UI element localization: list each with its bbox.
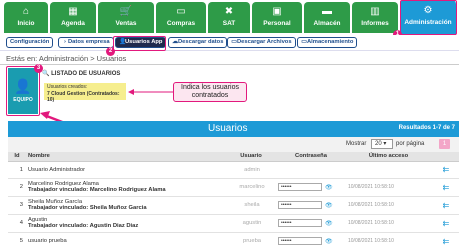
row-id: 1 xyxy=(8,161,26,179)
user-name: usuario prueba xyxy=(28,238,67,244)
row-name: Usuario Administrador xyxy=(26,161,226,179)
password-field[interactable]: •••••• xyxy=(278,201,322,209)
row-last-access xyxy=(346,161,431,179)
row-last-access: 10/08/2021 10:58:10 xyxy=(346,232,431,249)
row-name: usuario prueba xyxy=(26,232,226,249)
row-name: Agustin Trabajador vinculado: Agustin Dia… xyxy=(26,214,226,233)
row-password: •••••• 👁 xyxy=(276,232,346,249)
row-username: sheila xyxy=(226,196,276,215)
per-page-value: 20 xyxy=(375,141,382,147)
list-header-text: LISTADO DE USUARIOS xyxy=(51,71,121,77)
linked-worker: Trabajador vinculado: Sheila Muñoz Garci… xyxy=(28,205,147,211)
users-table: Id Nombre Usuario Contraseña Último acce… xyxy=(8,152,459,249)
col-user: Usuario xyxy=(226,152,276,162)
edit-icon[interactable]: ⇇ xyxy=(431,178,459,197)
show-label: Mostrar xyxy=(346,141,367,147)
col-actions xyxy=(431,152,459,162)
table-header-row: Id Nombre Usuario Contraseña Último acce… xyxy=(8,152,459,162)
eye-icon[interactable]: 👁 xyxy=(325,221,333,227)
arrow-head-created xyxy=(128,89,134,95)
page-button[interactable]: 1 xyxy=(439,139,450,149)
row-id: 3 xyxy=(8,196,26,215)
table-row[interactable]: 3 Sheila Muñoz García Trabajador vinculad… xyxy=(8,196,459,215)
row-last-access: 10/08/2021 10:58:10 xyxy=(346,214,431,233)
callout-line1: Indica los usuarios xyxy=(181,84,239,91)
per-page-label: por página xyxy=(396,141,425,147)
row-last-access: 10/08/2021 10:58:10 xyxy=(346,178,431,197)
linked-worker: Trabajador vinculado: Agustin Diaz Diaz xyxy=(28,223,139,229)
table-row[interactable]: 4 Agustin Trabajador vinculado: Agustin D… xyxy=(8,214,459,233)
col-last-access: Último acceso xyxy=(346,152,431,162)
search-icon: 🔍 xyxy=(42,71,52,77)
table-controls: Mostrar 20 ▾ por página 1 xyxy=(8,137,459,152)
password-field[interactable]: •••••• xyxy=(278,219,322,227)
row-username: marcelino xyxy=(226,178,276,197)
password-field[interactable]: •••••• xyxy=(278,237,322,245)
col-id: Id xyxy=(8,152,26,162)
created-count: 7 Cloud Gestion (Contratados: 10) xyxy=(47,90,120,104)
eye-icon[interactable]: 👁 xyxy=(325,203,333,209)
password-field[interactable]: •••••• xyxy=(278,183,322,191)
callout-line2: contratados xyxy=(191,92,229,99)
eye-icon[interactable]: 👁 xyxy=(325,185,333,191)
edit-icon[interactable]: ⇇ xyxy=(431,214,459,233)
row-name: Sheila Muñoz García Trabajador vinculado:… xyxy=(26,196,226,215)
linked-worker: Trabajador vinculado: Marcelino Rodrigue… xyxy=(28,187,166,193)
row-password: •••••• 👁 xyxy=(276,214,346,233)
row-username: admin xyxy=(226,161,276,179)
per-page-select[interactable]: 20 ▾ xyxy=(371,139,393,149)
row-password: •••••• 👁 xyxy=(276,178,346,197)
edit-icon[interactable]: ⇇ xyxy=(431,196,459,215)
list-header: 🔍 LISTADO DE USUARIOS xyxy=(42,70,120,77)
row-id: 5 xyxy=(8,232,26,249)
edit-icon[interactable]: ⇇ xyxy=(431,232,459,249)
row-last-access: 10/08/2021 10:58:10 xyxy=(346,196,431,215)
row-username: agustin xyxy=(226,214,276,233)
row-id: 2 xyxy=(8,178,26,197)
col-password: Contraseña xyxy=(276,152,346,162)
col-name: Nombre xyxy=(26,152,226,162)
user-name: Usuario Administrador xyxy=(28,166,86,173)
row-password: •••••• 👁 xyxy=(276,196,346,215)
users-panel-header: Usuarios Resultados 1-7 de 7 xyxy=(8,121,459,137)
table-row[interactable]: 1 Usuario Administrador admin ⇇ xyxy=(8,161,459,179)
row-id: 4 xyxy=(8,214,26,233)
edit-icon[interactable]: ⇇ xyxy=(431,161,459,179)
results-count: Resultados 1-7 de 7 xyxy=(398,125,455,131)
row-name: Marcelino Rodriguez Alama Trabajador vinc… xyxy=(26,178,226,197)
callout-note: Indica los usuarios contratados xyxy=(173,82,247,102)
row-password xyxy=(276,161,346,179)
users-created-box: Usuarios creados: 7 Cloud Gestion (Contr… xyxy=(44,83,126,103)
table-row[interactable]: 2 Marcelino Rodriguez Alama Trabajador vi… xyxy=(8,178,459,197)
table-row[interactable]: 5 usuario prueba prueba •••••• 👁 10/08/20… xyxy=(8,232,459,249)
eye-icon[interactable]: 👁 xyxy=(325,239,333,245)
row-username: prueba xyxy=(226,232,276,249)
panel-title: Usuarios xyxy=(208,123,248,134)
